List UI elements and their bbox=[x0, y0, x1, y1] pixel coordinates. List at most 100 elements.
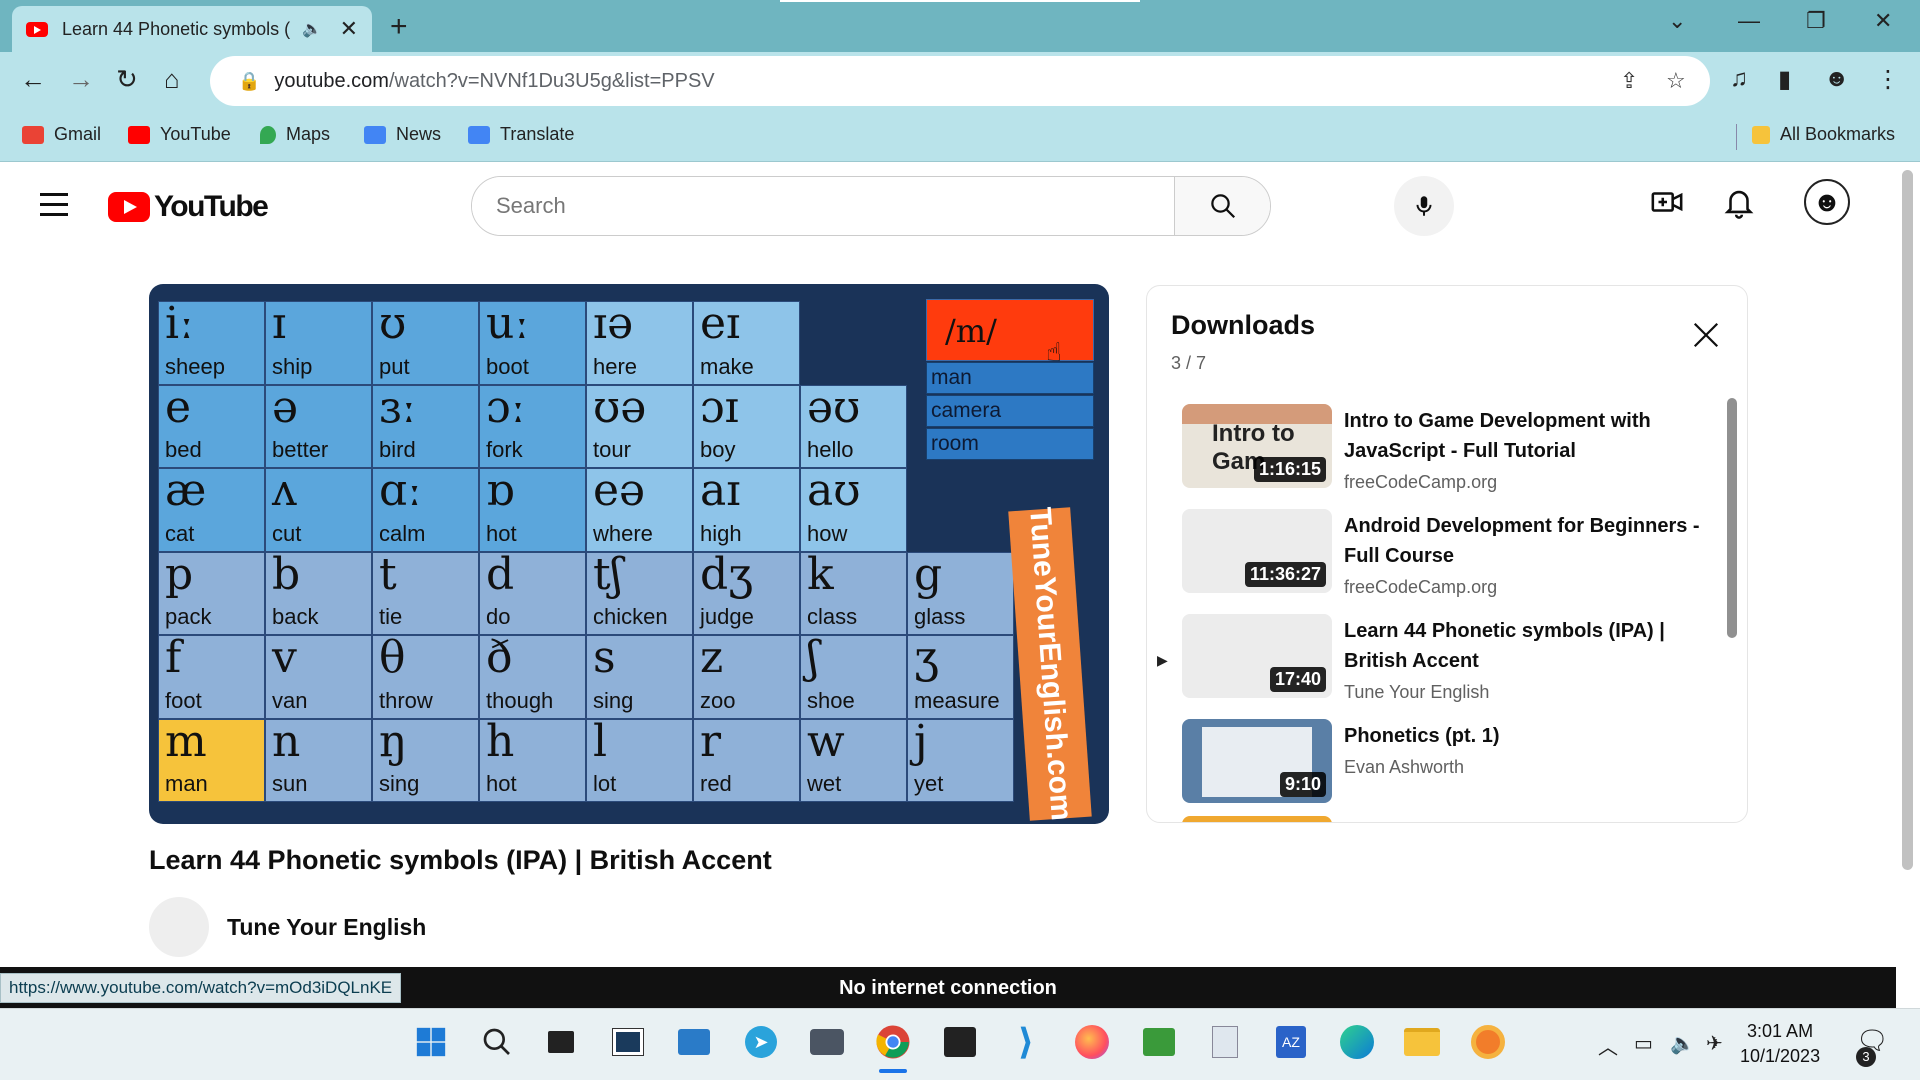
bookmark-maps[interactable]: Maps bbox=[260, 124, 330, 145]
bookmark-label: Translate bbox=[500, 124, 575, 144]
task-view-icon[interactable] bbox=[542, 1023, 580, 1061]
channel-name[interactable]: Tune Your English bbox=[227, 914, 426, 941]
create-video-icon[interactable] bbox=[1650, 185, 1684, 219]
address-url[interactable]: youtube.com/watch?v=NVNf1Du3U5g&list=PPS… bbox=[274, 70, 714, 93]
tab-title: Learn 44 Phonetic symbols ( bbox=[62, 18, 291, 39]
playlist-item-current[interactable]: ▶ 17:40 Learn 44 Phonetic symbols (IPA) … bbox=[1147, 614, 1727, 710]
telegram-icon[interactable]: ➤ bbox=[742, 1023, 780, 1061]
video-thumbnail[interactable]: 9:10 bbox=[1182, 719, 1332, 803]
spreadsheet-app-icon[interactable] bbox=[1140, 1023, 1178, 1061]
bookmark-youtube[interactable]: YouTube bbox=[128, 124, 231, 145]
restore-icon[interactable]: ❐ bbox=[1806, 8, 1826, 34]
phonetic-symbol: z bbox=[700, 632, 724, 683]
vscode-icon[interactable]: ⟩ bbox=[1007, 1021, 1045, 1062]
phonetic-cell: ð though bbox=[479, 635, 586, 719]
example-word: pack bbox=[165, 604, 212, 629]
video-thumbnail[interactable]: Intro to Gam 1:16:15 bbox=[1182, 404, 1332, 488]
file-explorer-icon[interactable] bbox=[1403, 1023, 1441, 1061]
home-icon[interactable]: ⌂ bbox=[164, 64, 180, 95]
bookmark-news[interactable]: News bbox=[364, 124, 441, 145]
windows-start-icon[interactable] bbox=[412, 1023, 450, 1061]
phonetic-cell: n sun bbox=[265, 718, 372, 802]
channel-avatar[interactable] bbox=[149, 897, 209, 957]
video-thumbnail[interactable]: 17:40 bbox=[1182, 614, 1332, 698]
profile-avatar-icon[interactable]: ☻ bbox=[1824, 65, 1849, 93]
bookmark-translate[interactable]: Translate bbox=[468, 124, 574, 145]
example-word: how bbox=[807, 520, 848, 546]
new-tab-button[interactable]: + bbox=[390, 10, 408, 44]
taskbar-clock[interactable]: 3:01 AM 10/1/2023 bbox=[1740, 1019, 1820, 1069]
browser-tab-active[interactable]: Learn 44 Phonetic symbols ( 🔈 ✕ bbox=[12, 6, 372, 52]
search-button[interactable] bbox=[1174, 177, 1270, 235]
chrome-icon[interactable] bbox=[874, 1023, 912, 1061]
bookmark-gmail[interactable]: Gmail bbox=[22, 124, 101, 145]
tab-audio-icon[interactable]: 🔈 bbox=[302, 19, 322, 39]
video-player[interactable]: iː sheep ɪ ship ʊ put uː boot ɪə here eɪ make e bed ə b… bbox=[149, 284, 1109, 824]
reload-icon[interactable]: ↻ bbox=[116, 64, 138, 95]
airplane-mode-icon[interactable]: ✈ bbox=[1706, 1031, 1723, 1056]
example-word: camera bbox=[926, 395, 1094, 427]
all-bookmarks-button[interactable]: All Bookmarks bbox=[1752, 124, 1895, 145]
bookmark-star-icon[interactable]: ☆ bbox=[1666, 68, 1686, 94]
hamburger-menu-icon[interactable] bbox=[40, 193, 68, 223]
close-icon[interactable] bbox=[1691, 320, 1721, 350]
example-word: though bbox=[486, 687, 554, 713]
menu-dots-icon[interactable]: ⋮ bbox=[1876, 65, 1900, 94]
brave-browser-icon[interactable] bbox=[1469, 1023, 1507, 1061]
playlist-item-title[interactable]: Android Development for Beginners - Full… bbox=[1344, 511, 1704, 571]
page-scrollbar[interactable] bbox=[1902, 170, 1913, 870]
example-word: sheep bbox=[165, 353, 225, 379]
python-file-icon[interactable] bbox=[1206, 1023, 1244, 1061]
phonetic-cell: g glass bbox=[907, 551, 1014, 635]
microphone-icon bbox=[1416, 196, 1432, 216]
example-word: chicken bbox=[593, 604, 668, 629]
video-thumbnail[interactable]: 11:36:27 bbox=[1182, 509, 1332, 593]
remote-desktop-icon[interactable] bbox=[675, 1023, 713, 1061]
voice-search-button[interactable] bbox=[1394, 176, 1454, 236]
volume-icon[interactable]: 🔈 bbox=[1670, 1031, 1695, 1056]
phonetic-cell: z zoo bbox=[693, 635, 800, 719]
account-avatar[interactable]: ☻ bbox=[1804, 179, 1850, 225]
firefox-icon[interactable] bbox=[1073, 1023, 1111, 1061]
example-word: sun bbox=[272, 771, 308, 796]
youtube-header: YouTube ☻ bbox=[0, 163, 1900, 249]
camera-icon[interactable] bbox=[808, 1023, 846, 1061]
playlist-item-title[interactable]: Phonetics (pt. 1) bbox=[1344, 721, 1704, 751]
back-icon[interactable]: ← bbox=[20, 64, 46, 95]
playlist-scrollbar[interactable] bbox=[1727, 398, 1737, 638]
side-panel-icon[interactable]: ▮ bbox=[1778, 65, 1791, 94]
playlist-item-title[interactable]: Learn 44 Phonetic symbols (IPA) | Britis… bbox=[1344, 616, 1704, 676]
bookmark-label: News bbox=[396, 124, 442, 144]
phonetic-cell: eə where bbox=[586, 468, 693, 552]
address-bar[interactable]: 🔒 youtube.com/watch?v=NVNf1Du3U5g&list=P… bbox=[210, 56, 1710, 106]
youtube-logo[interactable]: YouTube bbox=[108, 190, 269, 224]
phonetic-symbol: ɜː bbox=[379, 381, 417, 433]
playlist-item[interactable]: 11:36:27 Android Development for Beginne… bbox=[1147, 509, 1727, 605]
edge-icon[interactable] bbox=[1338, 1023, 1376, 1061]
phonetic-cell: ɔɪ boy bbox=[693, 384, 800, 468]
playlist-item[interactable]: Intro to Gam 1:16:15 Intro to Game Devel… bbox=[1147, 404, 1727, 500]
share-icon[interactable]: ⇪ bbox=[1620, 68, 1638, 94]
minimize-icon[interactable]: — bbox=[1738, 8, 1760, 34]
search-input[interactable] bbox=[472, 177, 1174, 235]
search-taskbar-icon[interactable] bbox=[478, 1023, 516, 1061]
forward-icon[interactable]: → bbox=[68, 64, 94, 95]
example-word: wet bbox=[807, 771, 842, 796]
notifications-bell-icon[interactable] bbox=[1722, 185, 1756, 219]
dictionary-app-icon[interactable]: AZ bbox=[1272, 1023, 1310, 1061]
widgets-icon[interactable] bbox=[609, 1023, 647, 1061]
tab-search-chevron-icon[interactable]: ⌄ bbox=[1668, 8, 1686, 34]
video-duration: 9:10 bbox=[1279, 772, 1326, 797]
phonetic-cell: eɪ make bbox=[693, 301, 800, 385]
playlist-item-title[interactable]: Intro to Game Development with JavaScrip… bbox=[1344, 406, 1704, 466]
battery-icon[interactable]: ▭ bbox=[1634, 1031, 1653, 1056]
tab-close-icon[interactable]: ✕ bbox=[340, 16, 358, 42]
lock-icon[interactable]: 🔒 bbox=[238, 71, 260, 92]
microsoft-store-icon[interactable] bbox=[941, 1023, 979, 1061]
phonetic-cell: ɜː bird bbox=[372, 381, 479, 468]
playlist-item[interactable]: 9:10 Phonetics (pt. 1) Evan Ashworth bbox=[1147, 719, 1727, 815]
example-word: where bbox=[593, 520, 653, 546]
show-hidden-icons-chevron[interactable]: ︿ bbox=[1598, 1031, 1618, 1060]
media-control-icon[interactable]: ♫ bbox=[1730, 65, 1748, 93]
close-window-icon[interactable]: ✕ bbox=[1874, 8, 1892, 34]
